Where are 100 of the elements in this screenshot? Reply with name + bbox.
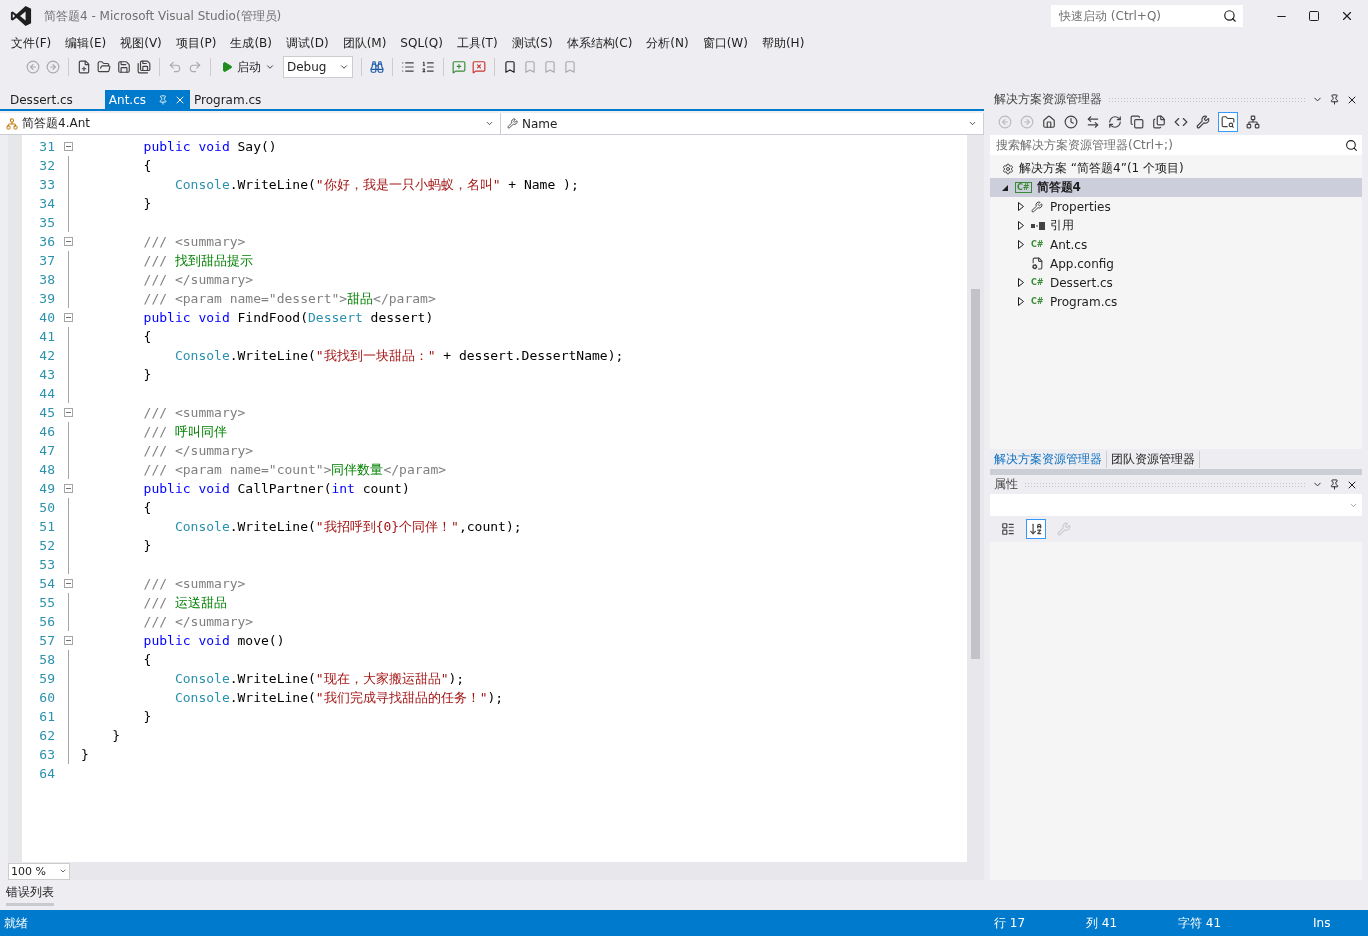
collapse-icon[interactable] — [63, 313, 73, 322]
menu-item[interactable]: 文件(F) — [4, 34, 59, 52]
pin-icon[interactable] — [1329, 94, 1340, 105]
collapse-icon[interactable] — [63, 636, 73, 645]
comment-remove-icon[interactable] — [472, 60, 486, 74]
collapse-icon[interactable] — [63, 408, 73, 417]
save-icon[interactable] — [117, 60, 131, 74]
line-number: 52 — [38, 538, 55, 553]
pin-icon[interactable] — [1329, 479, 1340, 490]
menu-item[interactable]: 团队(M) — [335, 34, 394, 52]
close-icon[interactable] — [1340, 9, 1354, 23]
menu-item[interactable]: 工具(T) — [449, 34, 505, 52]
line-indicator: 行 17 — [994, 914, 1027, 932]
folder-icon[interactable] — [1221, 115, 1235, 129]
comment-add-icon[interactable] — [452, 60, 466, 74]
quick-launch-box[interactable]: 快速启动 (Ctrl+Q) — [1051, 5, 1243, 27]
refresh-icon[interactable] — [1108, 115, 1122, 129]
sort-alphabetical-icon[interactable] — [1029, 522, 1043, 536]
wrench-icon[interactable] — [1196, 115, 1210, 129]
document-tab[interactable]: Dessert.cs — [6, 90, 77, 109]
panel-tab[interactable]: 团队资源管理器 — [1107, 450, 1200, 468]
panel-title: 解决方案资源管理器 — [994, 91, 1102, 108]
panel-tab[interactable]: 解决方案资源管理器 — [990, 450, 1107, 468]
code-line: /// <param name="count">同伴数量</param> — [142, 460, 447, 479]
tree-item[interactable]: Dessert.cs — [1050, 275, 1113, 290]
configuration-dropdown[interactable]: Debug — [283, 56, 353, 78]
document-tab[interactable]: Program.cs — [190, 90, 266, 109]
selected-row[interactable]: C# 简答题4 — [990, 178, 1362, 197]
menu-item[interactable]: 编辑(E) — [58, 34, 114, 52]
open-folder-icon[interactable] — [97, 60, 111, 74]
menu-item[interactable]: 体系结构(C) — [559, 34, 640, 52]
code-line: /// <summary> — [142, 576, 246, 591]
code-line: } — [142, 196, 152, 211]
line-number: 51 — [38, 519, 55, 534]
vertical-scrollbar[interactable] — [967, 135, 984, 862]
line-number: 39 — [38, 291, 55, 306]
home-icon[interactable] — [1042, 115, 1056, 129]
maximize-icon[interactable] — [1308, 10, 1320, 22]
caret-icon[interactable] — [265, 62, 275, 72]
tree-item[interactable]: Ant.cs — [1050, 237, 1088, 252]
menu-item[interactable]: SQL(Q) — [393, 36, 450, 50]
binoculars-icon[interactable] — [370, 60, 384, 74]
ordered-list-icon[interactable] — [421, 60, 435, 74]
line-number: 56 — [38, 614, 55, 629]
diagram-icon[interactable] — [1246, 115, 1260, 129]
menu-item[interactable]: 帮助(H) — [754, 34, 812, 52]
clock-icon[interactable] — [1064, 115, 1078, 129]
line-number: 54 — [38, 576, 55, 591]
collapse-icon[interactable] — [63, 579, 73, 588]
menu-item[interactable]: 分析(N) — [639, 34, 696, 52]
expander-icon[interactable] — [1018, 240, 1024, 249]
menu-item[interactable]: 视图(V) — [113, 34, 169, 52]
tree-item[interactable]: App.config — [1050, 256, 1114, 271]
menu-item[interactable]: 生成(B) — [223, 34, 279, 52]
panel-title: 属性 — [994, 476, 1018, 493]
tree-item[interactable]: Program.cs — [1050, 294, 1118, 309]
code-line: /// </summary> — [142, 272, 254, 287]
expander-icon[interactable] — [1018, 278, 1024, 287]
tree-item[interactable]: Properties — [1050, 199, 1111, 214]
code-line: public void move() — [142, 633, 285, 648]
start-button[interactable]: 启动 — [219, 58, 277, 76]
tree-item[interactable]: 简答题4 — [1036, 179, 1081, 196]
bookmark-icon[interactable] — [503, 60, 517, 74]
code-line: public void FindFood(Dessert dessert) — [142, 310, 434, 325]
menu-item[interactable]: 窗口(W) — [695, 34, 755, 52]
code-line: public void CallPartner(int count) — [142, 481, 410, 496]
save-all-icon[interactable] — [137, 60, 151, 74]
wrench-icon — [1031, 200, 1043, 213]
tree-item[interactable]: 解决方案 “简答题4”(1 个项目) — [1019, 160, 1184, 177]
code-line: } — [111, 728, 121, 743]
tree-item[interactable]: 引用 — [1050, 217, 1074, 234]
expander-icon[interactable] — [1018, 297, 1024, 306]
expander-icon[interactable] — [1001, 183, 1009, 192]
collapse-all-icon[interactable] — [1130, 115, 1144, 129]
categorized-icon[interactable] — [1001, 522, 1015, 536]
code-line: { — [142, 652, 152, 667]
new-file-icon[interactable] — [77, 60, 91, 74]
collapse-icon[interactable] — [63, 484, 73, 493]
list-icon[interactable] — [401, 60, 415, 74]
search-icon[interactable] — [1223, 9, 1237, 23]
collapse-icon[interactable] — [63, 237, 73, 246]
config-file-icon — [1031, 257, 1044, 270]
search-field[interactable]: 搜索解决方案资源管理器(Ctrl+;) — [994, 137, 1345, 153]
error-list-tab[interactable]: 错误列表 — [6, 884, 54, 906]
line-number: 50 — [38, 500, 55, 515]
menu-item[interactable]: 调试(D) — [279, 34, 336, 52]
member-dropdown[interactable]: Name — [501, 113, 984, 134]
type-dropdown[interactable]: 简答题4.Ant — [0, 113, 501, 134]
expander-icon[interactable] — [1018, 202, 1024, 211]
menu-item[interactable]: 项目(P) — [168, 34, 224, 52]
files-icon[interactable] — [1152, 115, 1166, 129]
expander-icon[interactable] — [1018, 221, 1024, 230]
search-box[interactable]: 搜索解决方案资源管理器(Ctrl+;) — [990, 135, 1362, 155]
search-icon[interactable] — [1345, 138, 1358, 152]
collapse-icon[interactable] — [63, 142, 73, 151]
code-icon[interactable] — [1174, 115, 1188, 129]
zoom-dropdown[interactable]: 100 % — [8, 862, 70, 880]
menu-item[interactable]: 测试(S) — [504, 34, 560, 52]
quick-launch-field[interactable]: 快速启动 (Ctrl+Q) — [1057, 8, 1223, 24]
sync-icon[interactable] — [1086, 115, 1100, 129]
